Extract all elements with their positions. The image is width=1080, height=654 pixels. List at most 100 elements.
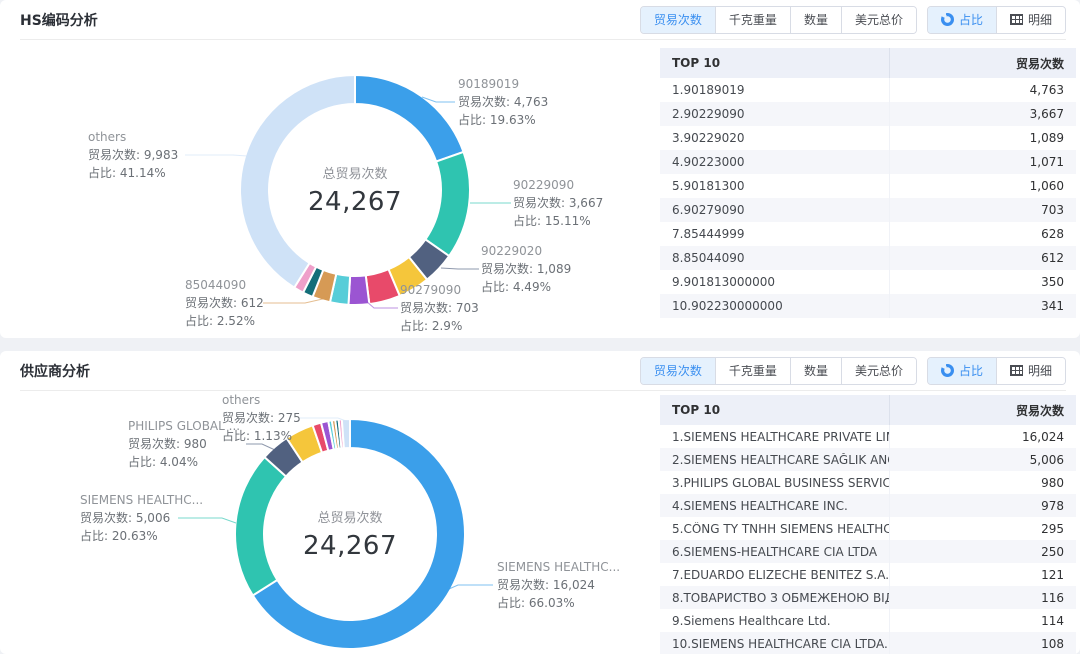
measure-tab-group: 贸易次数千克重量数量 美元总价 bbox=[640, 357, 917, 385]
name: 85044090 bbox=[185, 276, 264, 294]
total-label: 总贸易次数 bbox=[308, 163, 402, 182]
row-name-cell: 1.90189019 bbox=[660, 83, 889, 97]
top10-table: TOP 10贸易次数1.901890194,7632.902290903,667… bbox=[660, 48, 1076, 318]
table-row: 4.902230001,071 bbox=[660, 150, 1076, 174]
donut-slice-90279090[interactable] bbox=[348, 275, 369, 305]
table-row: 7.EDUARDO ELIZECHE BENITEZ S.A.C.121 bbox=[660, 563, 1076, 586]
view-detail[interactable]: 明细 bbox=[996, 7, 1065, 33]
toolbar: 贸易次数千克重量数量 美元总价 占比 明细 bbox=[640, 357, 1066, 385]
count-line: 贸易次数: 4,763 bbox=[458, 93, 548, 111]
tab-usd-total[interactable]: 美元总价 bbox=[841, 358, 916, 384]
row-value-cell: 114 bbox=[889, 609, 1076, 632]
row-value-cell: 350 bbox=[889, 270, 1076, 294]
table-row: 4.SIEMENS HEALTHCARE INC.978 bbox=[660, 494, 1076, 517]
tab-quantity[interactable]: 数量 bbox=[790, 7, 841, 33]
total-value: 24,267 bbox=[308, 187, 402, 217]
tab-trade-count[interactable]: 贸易次数 bbox=[641, 7, 715, 33]
row-value-cell: 341 bbox=[889, 294, 1076, 318]
donut-slice-SIEMENS HEALTHC...[interactable] bbox=[235, 457, 286, 595]
donut-slice-90189019[interactable] bbox=[355, 75, 464, 162]
pct-line: 占比: 41.14% bbox=[88, 164, 178, 182]
table-row: 2.902290903,667 bbox=[660, 102, 1076, 126]
pct-line: 占比: 19.63% bbox=[458, 111, 548, 129]
row-name-cell: 4.SIEMENS HEALTHCARE INC. bbox=[660, 499, 889, 513]
count-line: 贸易次数: 980 bbox=[128, 435, 240, 453]
row-name-cell: 1.SIEMENS HEALTHCARE PRIVATE LIMITED bbox=[660, 430, 889, 444]
view-tab-group: 占比明细 bbox=[927, 6, 1066, 34]
tab-kg-weight[interactable]: 千克重量 bbox=[715, 358, 790, 384]
view-detail[interactable]: 明细 bbox=[996, 358, 1065, 384]
donut-slice-others[interactable] bbox=[342, 419, 350, 448]
donut-chart: 总贸易次数 24,267 90189019贸易次数: 4,763占比: 19.6… bbox=[0, 40, 660, 337]
row-value-cell: 250 bbox=[889, 540, 1076, 563]
tab-quantity[interactable]: 数量 bbox=[790, 358, 841, 384]
pie-chart-icon bbox=[941, 364, 954, 377]
label-leader-line bbox=[441, 268, 479, 269]
row-name-cell: 5.CÔNG TY TNHH SIEMENS HEALTHCARE. bbox=[660, 522, 889, 536]
tab-label: 千克重量 bbox=[729, 13, 777, 27]
view-proportion[interactable]: 占比 bbox=[928, 7, 996, 33]
table-body: 1.901890194,7632.902290903,6673.90229020… bbox=[660, 78, 1076, 318]
slice-callout-label: 85044090贸易次数: 612占比: 2.52% bbox=[185, 276, 264, 330]
row-value-cell: 1,060 bbox=[889, 174, 1076, 198]
table-row: 10.902230000000341 bbox=[660, 294, 1076, 318]
pct-line: 占比: 4.04% bbox=[128, 453, 240, 471]
name: PHILIPS GLOBAL ... bbox=[128, 417, 240, 435]
pct-line: 占比: 4.49% bbox=[481, 278, 571, 296]
name: others bbox=[88, 128, 178, 146]
tab-label: 明细 bbox=[1028, 364, 1052, 378]
row-name-cell: 3.90229020 bbox=[660, 131, 889, 145]
table-header-row: TOP 10贸易次数 bbox=[660, 48, 1076, 78]
row-value-cell: 295 bbox=[889, 517, 1076, 540]
measure-tab-group: 贸易次数 千克重量 数量 美元总价 bbox=[640, 6, 917, 34]
count-line: 贸易次数: 3,667 bbox=[513, 194, 603, 212]
tab-label: 贸易次数 bbox=[654, 13, 702, 27]
name: 90229090 bbox=[513, 176, 603, 194]
tab-trade-count[interactable]: 贸易次数 bbox=[641, 358, 715, 384]
tab-label: 美元总价 bbox=[855, 364, 903, 378]
tab-label: 数量 bbox=[804, 13, 828, 27]
tab-label: 美元总价 bbox=[855, 13, 903, 27]
slice-callout-label: 90189019贸易次数: 4,763占比: 19.63% bbox=[458, 75, 548, 129]
count-line: 贸易次数: 703 bbox=[400, 299, 479, 317]
pct-line: 占比: 66.03% bbox=[497, 594, 620, 612]
pie-chart-icon bbox=[941, 13, 954, 26]
name: 90229020 bbox=[481, 242, 571, 260]
row-value-cell: 108 bbox=[889, 632, 1076, 654]
total-label: 总贸易次数 bbox=[303, 507, 397, 526]
table-row: 6.90279090703 bbox=[660, 198, 1076, 222]
table-row: 1.901890194,763 bbox=[660, 78, 1076, 102]
table-row: 1.SIEMENS HEALTHCARE PRIVATE LIMITED16,0… bbox=[660, 425, 1076, 448]
name: SIEMENS HEALTHC... bbox=[497, 558, 620, 576]
slice-callout-label: others贸易次数: 9,983占比: 41.14% bbox=[88, 128, 178, 182]
row-value-cell: 16,024 bbox=[889, 425, 1076, 448]
table-icon bbox=[1010, 365, 1023, 376]
table-row: 3.PHILIPS GLOBAL BUSINESS SERVICES LLP98… bbox=[660, 471, 1076, 494]
row-name-cell: 4.90223000 bbox=[660, 155, 889, 169]
count-line: 贸易次数: 16,024 bbox=[497, 576, 620, 594]
row-name-cell: 8.85044090 bbox=[660, 251, 889, 265]
row-name-cell: 6.SIEMENS-HEALTHCARE CIA LTDA bbox=[660, 545, 889, 559]
row-value-cell: 1,089 bbox=[889, 126, 1076, 150]
row-name-cell: 2.90229090 bbox=[660, 107, 889, 121]
tab-usd-total[interactable]: 美元总价 bbox=[841, 7, 916, 33]
table-header-row: TOP 10贸易次数 bbox=[660, 395, 1076, 425]
table-row: 5.901813001,060 bbox=[660, 174, 1076, 198]
section-title: HS编码分析 bbox=[20, 10, 98, 30]
table-header-cell: TOP 10 bbox=[660, 56, 889, 70]
name: 90279090 bbox=[400, 281, 479, 299]
tab-kg-weight[interactable]: 千克重量 bbox=[715, 7, 790, 33]
slice-callout-label: SIEMENS HEALTHC...贸易次数: 16,024占比: 66.03% bbox=[497, 558, 620, 612]
label-leader-line bbox=[449, 585, 493, 589]
slice-callout-label: 90229020贸易次数: 1,089占比: 4.49% bbox=[481, 242, 571, 296]
table-row: 7.85444999628 bbox=[660, 222, 1076, 246]
table-body: 1.SIEMENS HEALTHCARE PRIVATE LIMITED16,0… bbox=[660, 425, 1076, 654]
row-name-cell: 3.PHILIPS GLOBAL BUSINESS SERVICES LLP bbox=[660, 476, 889, 490]
view-proportion[interactable]: 占比 bbox=[928, 358, 996, 384]
table-row: 9.901813000000350 bbox=[660, 270, 1076, 294]
row-name-cell: 5.90181300 bbox=[660, 179, 889, 193]
row-value-cell: 3,667 bbox=[889, 102, 1076, 126]
row-name-cell: 6.90279090 bbox=[660, 203, 889, 217]
tab-label: 数量 bbox=[804, 364, 828, 378]
donut-slice-90229090[interactable] bbox=[425, 152, 470, 256]
